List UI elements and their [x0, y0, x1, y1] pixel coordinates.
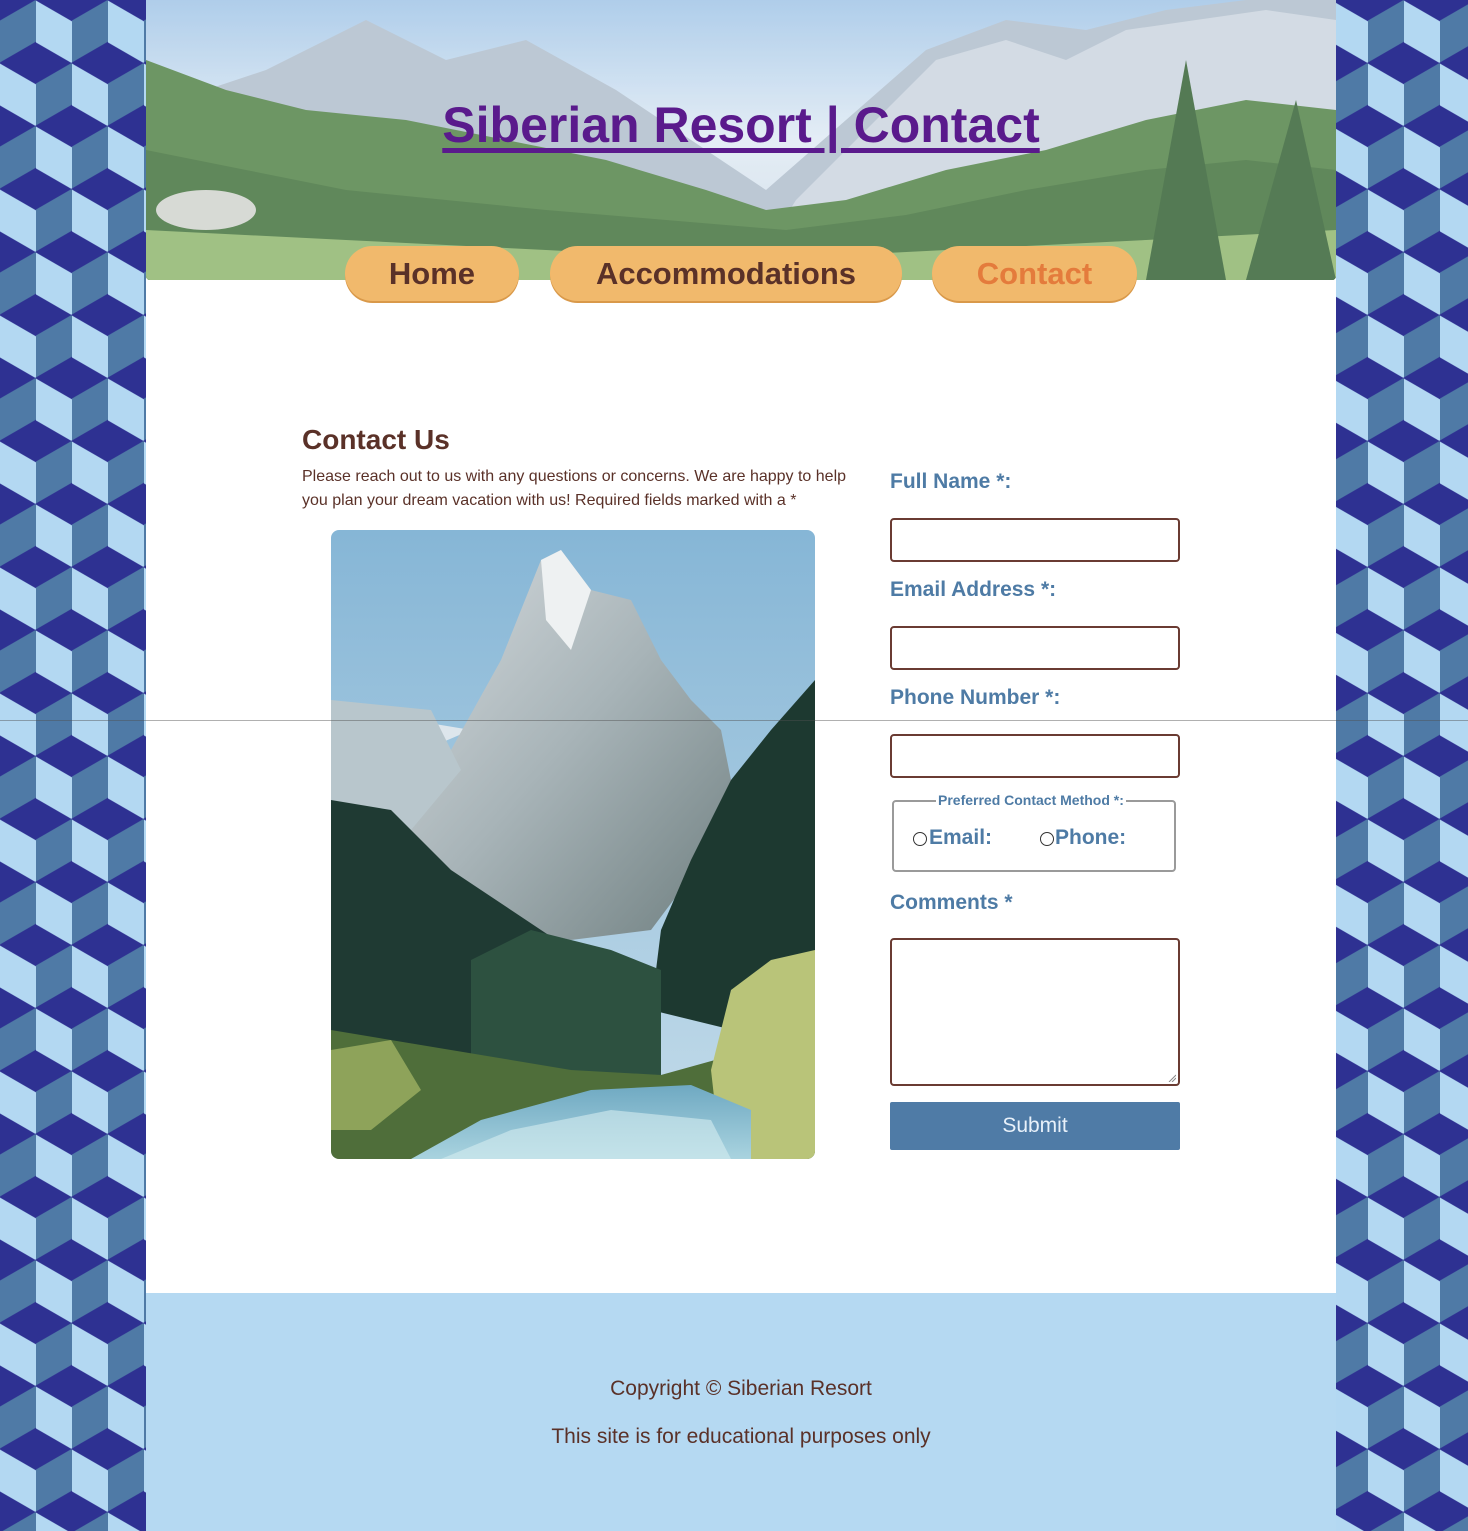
email-input[interactable]	[890, 626, 1180, 670]
comments-textarea[interactable]	[890, 938, 1180, 1086]
resize-handle-icon[interactable]	[1168, 1074, 1176, 1082]
contact-intro-text: Please reach out to us with any question…	[302, 468, 847, 509]
site-footer: Copyright © Siberian Resort This site is…	[146, 1293, 1336, 1531]
nav-contact-button[interactable]: Contact	[932, 246, 1137, 301]
contact-heading: Contact Us	[302, 424, 450, 455]
mountain-river-illustration	[331, 530, 815, 1159]
phone-label: Phone Number *:	[890, 686, 1061, 709]
divider-line	[0, 720, 1468, 721]
email-radio[interactable]	[913, 832, 927, 846]
main-navigation: Home Accommodations Contact	[146, 246, 1336, 304]
page-container: Siberian Resort | Contact Home Accommoda…	[146, 0, 1336, 1531]
phone-input[interactable]	[890, 734, 1180, 778]
footer-disclaimer: This site is for educational purposes on…	[551, 1425, 931, 1448]
hero-banner: Siberian Resort | Contact	[146, 0, 1336, 280]
comments-label: Comments *	[890, 891, 1013, 914]
email-radio-label[interactable]: Email:	[929, 826, 992, 850]
phone-radio-label[interactable]: Phone:	[1055, 826, 1126, 850]
contact-method-fieldset: Preferred Contact Method *: Email: Phone…	[892, 792, 1176, 872]
site-title-link[interactable]: Siberian Resort | Contact	[146, 96, 1336, 154]
mountain-river-photo	[331, 530, 815, 1159]
submit-button[interactable]: Submit	[890, 1102, 1180, 1150]
contact-method-legend: Preferred Contact Method *:	[936, 792, 1126, 808]
full-name-input[interactable]	[890, 518, 1180, 562]
nav-accommodations-button[interactable]: Accommodations	[550, 246, 902, 301]
full-name-label: Full Name *:	[890, 470, 1012, 493]
phone-radio[interactable]	[1040, 832, 1054, 846]
nav-home-button[interactable]: Home	[345, 246, 519, 301]
email-label: Email Address *:	[890, 578, 1057, 601]
footer-copyright: Copyright © Siberian Resort	[610, 1377, 872, 1400]
